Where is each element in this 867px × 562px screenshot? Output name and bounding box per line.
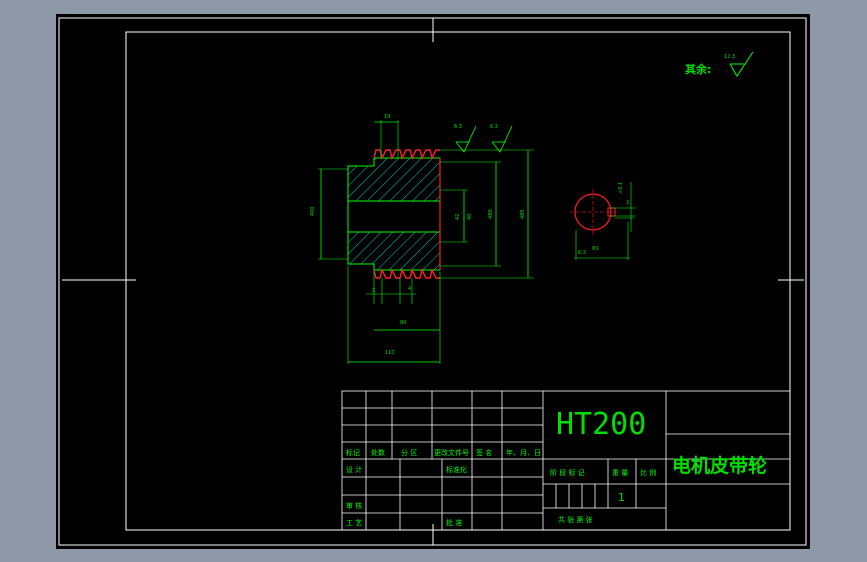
- cad-drawing: 其余: 12.3 19 6.3 6.3 400 42 40 480 485 2 …: [58, 17, 807, 546]
- review-label: 审 核: [346, 501, 362, 510]
- dim-bottom-b: 4: [408, 286, 411, 292]
- keyway-tolerance: +0.1: [618, 182, 624, 194]
- side-bore-label: Φ1: [592, 246, 599, 252]
- dim-groove-pitch: 19: [384, 114, 390, 120]
- stage-mark-label: 阶 段 标 记: [550, 468, 585, 477]
- title-block-header-row: 标记 处数 分 区 更改文件号 签 名 年、月、日: [346, 448, 541, 457]
- dim-groove-width: 80: [400, 320, 406, 326]
- groove-profile-bottom: [373, 267, 440, 279]
- header-label: 标记: [346, 448, 360, 457]
- material-label: HT200: [556, 407, 646, 442]
- general-roughness-note: 其余: 12.3: [685, 51, 754, 77]
- header-label: 分 区: [401, 448, 417, 457]
- approve-label: 批 准: [446, 518, 462, 527]
- bore-outline: [347, 200, 441, 233]
- dim-bore: 42: [455, 214, 461, 220]
- process-label: 工 艺: [346, 519, 362, 527]
- groove-profile-top: [373, 149, 440, 161]
- bore-circle: [574, 193, 612, 231]
- dim-left-400: 400: [310, 206, 316, 216]
- roughness-general-value: 12.3: [724, 54, 735, 60]
- standardization-label: 标准化: [446, 465, 467, 474]
- scale-value: 1: [618, 491, 625, 504]
- section-hatch-upper: [347, 157, 441, 202]
- weight-label: 重 量: [612, 469, 628, 477]
- dim-outer: 480: [488, 209, 494, 219]
- scale-label: 比 例: [640, 468, 656, 477]
- keyway-depth: 2: [626, 200, 629, 206]
- part-name: 电机皮带轮: [672, 454, 767, 477]
- section-hatch-lower: [347, 231, 441, 271]
- dim-bottom-a: 2: [372, 288, 375, 294]
- side-bottom-label: 6.3: [578, 250, 586, 256]
- dim-total-width: 110: [385, 350, 395, 356]
- header-label: 年、月、日: [506, 448, 541, 457]
- side-view-bore: +0.1 2 6.3 Φ1: [570, 182, 636, 260]
- roughness-top-left: 6.3: [454, 124, 462, 130]
- roughness-general-label: 其余:: [685, 62, 711, 76]
- dim-hub: 40: [467, 214, 473, 220]
- header-label: 签 名: [476, 448, 492, 457]
- header-label: 更改文件号: [434, 448, 469, 457]
- dim-overall: 485: [520, 209, 526, 219]
- front-section-view: 19 6.3 6.3 400 42 40 480 485 2 4 80 110: [310, 114, 534, 364]
- sheets-label: 共 张 第 张: [558, 515, 593, 524]
- design-label: 设 计: [346, 465, 362, 474]
- roughness-top-right: 6.3: [490, 124, 498, 130]
- header-label: 处数: [371, 448, 385, 457]
